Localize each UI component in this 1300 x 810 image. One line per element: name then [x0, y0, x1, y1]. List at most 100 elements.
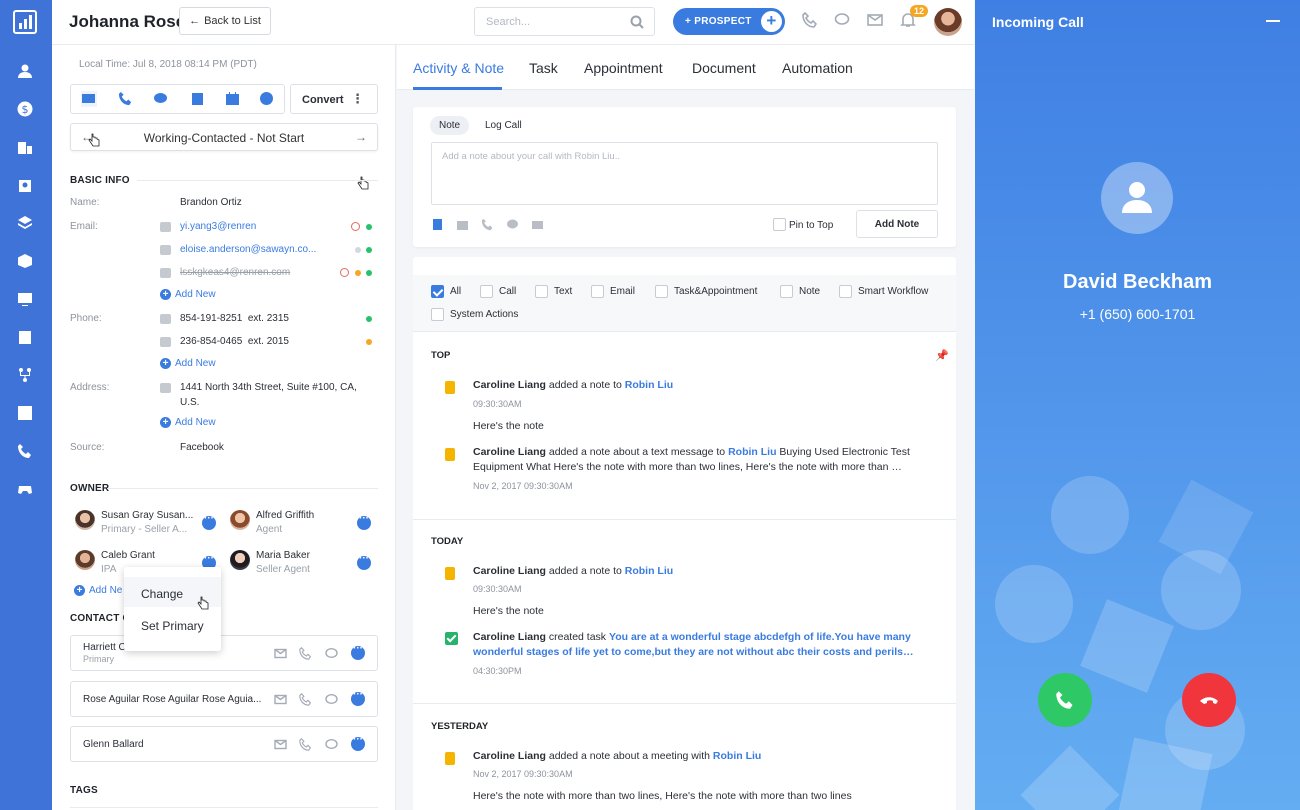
- phone-icon[interactable]: [299, 738, 313, 752]
- address-line2[interactable]: U.S.: [180, 397, 199, 408]
- tab-appointment[interactable]: Appointment: [584, 60, 663, 76]
- activity-target-link[interactable]: Robin Liu: [713, 750, 761, 762]
- app-logo-icon[interactable]: [13, 10, 37, 34]
- pin-to-top-checkbox[interactable]: [773, 218, 786, 231]
- report-icon[interactable]: [15, 403, 35, 423]
- contact-group-row[interactable]: Glenn Ballard: [70, 726, 378, 762]
- filter-text-checkbox[interactable]: [535, 285, 548, 298]
- email-value[interactable]: lsskgkeas4@renren.com: [180, 267, 290, 278]
- activity-target-link[interactable]: Robin Liu: [728, 446, 776, 458]
- cube-icon[interactable]: [15, 251, 35, 271]
- activity-target-link[interactable]: Robin Liu: [625, 565, 673, 577]
- filter-call-checkbox[interactable]: [480, 285, 493, 298]
- filter-email-checkbox[interactable]: [591, 285, 604, 298]
- calendar-action-icon[interactable]: [225, 91, 241, 107]
- contact-group-more-button[interactable]: [351, 689, 365, 706]
- email-value[interactable]: yi.yang3@renren: [180, 221, 256, 232]
- filter-note-checkbox[interactable]: [780, 285, 793, 298]
- mail-icon[interactable]: [867, 12, 887, 32]
- add-prospect-button[interactable]: + PROSPECT +: [673, 8, 785, 35]
- task-action-icon[interactable]: [190, 91, 206, 107]
- chat-icon[interactable]: [325, 738, 339, 752]
- dollar-icon[interactable]: $: [15, 99, 35, 119]
- phone-icon[interactable]: [299, 693, 313, 707]
- phone-icon[interactable]: [802, 11, 822, 32]
- search-input[interactable]: Search...: [474, 7, 655, 36]
- contact-group-row[interactable]: Harriett C Primary: [70, 635, 378, 671]
- building-icon[interactable]: [15, 137, 35, 157]
- add-owner-button[interactable]: + Add Ne: [74, 585, 122, 596]
- filter-all-checkbox[interactable]: [431, 285, 444, 298]
- mail-icon[interactable]: [274, 738, 288, 752]
- contact-group-more-button[interactable]: [351, 734, 365, 751]
- chat-icon[interactable]: [506, 218, 519, 231]
- activity-item: Caroline Liang added a note to Robin Liu: [473, 564, 938, 579]
- convert-button[interactable]: Convert ⋮: [290, 84, 378, 114]
- chat-icon[interactable]: [325, 693, 339, 707]
- mail-icon[interactable]: [531, 218, 544, 231]
- activity-target-link[interactable]: Robin Liu: [625, 379, 673, 391]
- call-action-icon[interactable]: [118, 91, 134, 107]
- decline-call-button[interactable]: [1182, 673, 1236, 727]
- avatar: [230, 510, 250, 530]
- address-line1[interactable]: 1441 North 34th Street, Suite #100, CA,: [180, 382, 357, 393]
- owner-more-button[interactable]: [357, 553, 371, 570]
- text-action-icon[interactable]: [153, 91, 169, 107]
- filter-system-actions-checkbox[interactable]: [431, 308, 444, 321]
- phone-icon[interactable]: [481, 218, 494, 231]
- owner-role: Agent: [256, 524, 283, 535]
- more-vertical-icon[interactable]: ⋮: [351, 91, 364, 107]
- owner-more-button[interactable]: [357, 513, 371, 530]
- calendar-icon[interactable]: [456, 218, 469, 231]
- back-to-list-button[interactable]: ← Back to List: [179, 7, 271, 35]
- tab-task[interactable]: Task: [529, 60, 558, 76]
- minimize-icon[interactable]: [1266, 20, 1280, 22]
- source-value[interactable]: Facebook: [180, 442, 224, 453]
- mail-icon[interactable]: [274, 693, 288, 707]
- contact-group-more-button[interactable]: [351, 643, 365, 660]
- workflow-icon[interactable]: [15, 365, 35, 385]
- email-value[interactable]: eloise.anderson@sawayn.co...: [180, 244, 316, 255]
- note-tab[interactable]: Note: [430, 116, 470, 135]
- add-address-button[interactable]: + Add New: [160, 417, 216, 428]
- tab-document[interactable]: Document: [692, 60, 756, 76]
- tab-bar: Activity & Note Task Appointment Documen…: [397, 45, 974, 90]
- note-textarea[interactable]: Add a note about your call with Robin Li…: [431, 142, 938, 205]
- add-phone-button[interactable]: + Add New: [160, 358, 216, 369]
- filter-smart-workflow-checkbox[interactable]: [839, 285, 852, 298]
- note-icon: [445, 752, 455, 765]
- menu-item-set-primary[interactable]: Set Primary: [141, 619, 204, 633]
- phone-icon[interactable]: [299, 647, 313, 661]
- layers-icon[interactable]: [15, 213, 35, 233]
- chat-icon[interactable]: [325, 647, 339, 661]
- log-call-tab[interactable]: Log Call: [476, 116, 531, 135]
- note-book-icon[interactable]: [431, 218, 444, 231]
- mail-icon[interactable]: [274, 647, 288, 661]
- task-check-icon[interactable]: [15, 327, 35, 347]
- contacts-icon[interactable]: [15, 61, 35, 81]
- arrow-right-icon[interactable]: →: [355, 130, 367, 144]
- tab-automation[interactable]: Automation: [782, 60, 853, 76]
- name-value[interactable]: Brandon Ortiz: [180, 197, 242, 208]
- filter-task-appointment-checkbox[interactable]: [655, 285, 668, 298]
- task-check-icon: [445, 632, 458, 645]
- contact-group-row[interactable]: Rose Aguilar Rose Aguilar Rose Aguia...: [70, 681, 378, 717]
- user-avatar[interactable]: [934, 8, 962, 36]
- email-action-icon[interactable]: [81, 91, 97, 107]
- pipeline-stage-selector[interactable]: ← Working-Contacted - Not Start →: [70, 123, 378, 151]
- owner-more-button[interactable]: [202, 513, 216, 530]
- monitor-icon[interactable]: [15, 289, 35, 309]
- badge-icon[interactable]: [15, 175, 35, 195]
- automation-action-icon[interactable]: [259, 91, 275, 107]
- add-note-button[interactable]: Add Note: [856, 210, 938, 238]
- gamepad-icon[interactable]: [15, 479, 35, 499]
- phone-value[interactable]: 854-191-8251 ext. 2315: [180, 313, 289, 324]
- menu-item-change[interactable]: Change: [141, 587, 183, 601]
- add-email-button[interactable]: + Add New: [160, 289, 216, 300]
- phone-icon[interactable]: [15, 441, 35, 461]
- activity-body: Here's the note with more than two lines…: [473, 790, 852, 802]
- phone-value[interactable]: 236-854-0465 ext. 2015: [180, 336, 289, 347]
- chat-icon[interactable]: [834, 12, 854, 32]
- tab-activity-note[interactable]: Activity & Note: [413, 60, 504, 76]
- accept-call-button[interactable]: [1038, 673, 1092, 727]
